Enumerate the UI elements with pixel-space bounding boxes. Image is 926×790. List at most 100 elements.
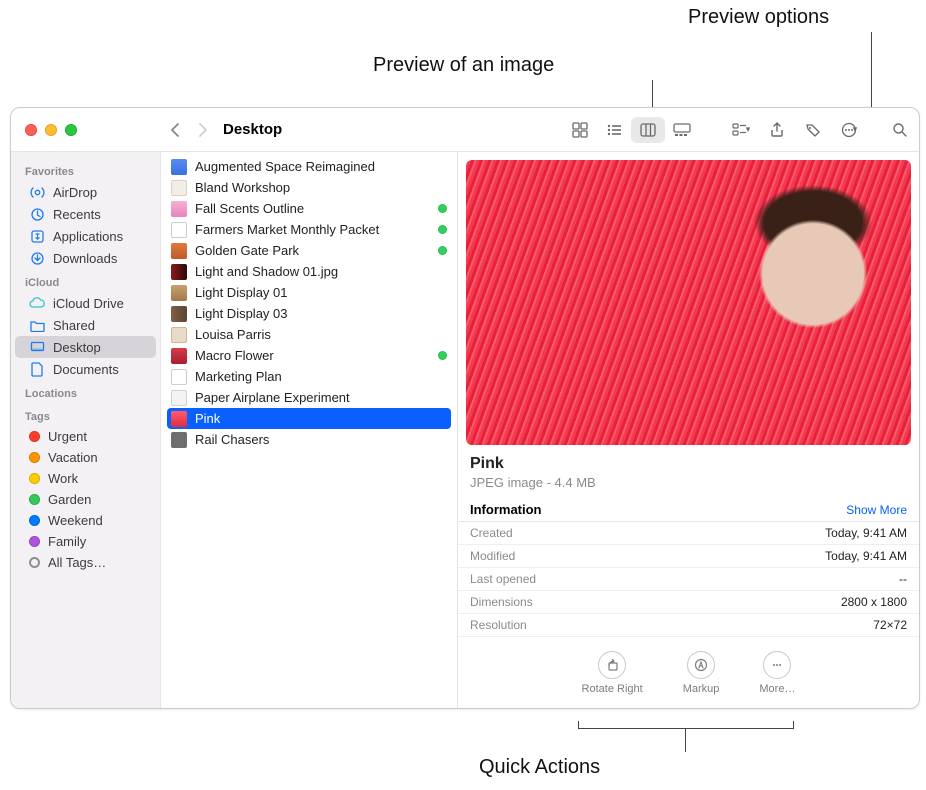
sidebar-tag-all[interactable]: All Tags…	[15, 552, 156, 573]
file-row[interactable]: Golden Gate Park	[161, 240, 457, 261]
view-list-button[interactable]	[597, 117, 631, 143]
quick-action-label: Markup	[683, 683, 720, 695]
info-value: --	[899, 572, 907, 586]
share-button[interactable]	[761, 116, 793, 144]
tag-dot-icon	[29, 452, 40, 463]
file-thumb-icon	[171, 327, 187, 343]
file-name: Macro Flower	[195, 348, 274, 363]
tag-marker-icon	[438, 225, 447, 234]
file-column: Augmented Space Reimagined Bland Worksho…	[161, 152, 458, 708]
sidebar-section-locations: Locations	[11, 380, 160, 403]
sidebar-item-downloads[interactable]: Downloads	[15, 247, 156, 269]
tag-dot-icon	[29, 494, 40, 505]
traffic-lights	[11, 124, 161, 136]
finder-window: Desktop ▾	[10, 107, 920, 709]
preview-title: Pink	[470, 455, 907, 473]
file-row-selected[interactable]: Pink	[167, 408, 451, 429]
sidebar-item-desktop[interactable]: Desktop	[15, 336, 156, 358]
sidebar-tag-urgent[interactable]: Urgent	[15, 426, 156, 447]
file-row[interactable]: Light Display 03	[161, 303, 457, 324]
file-row[interactable]: Farmers Market Monthly Packet	[161, 219, 457, 240]
minimize-button[interactable]	[45, 124, 57, 136]
file-thumb-icon	[171, 432, 187, 448]
sidebar-item-airdrop[interactable]: AirDrop	[15, 181, 156, 203]
file-name: Paper Airplane Experiment	[195, 390, 350, 405]
file-row[interactable]: Rail Chasers	[161, 429, 457, 450]
location-title: Desktop	[223, 121, 282, 138]
preview-info-header: Information Show More	[458, 492, 919, 522]
info-row-last-opened: Last opened--	[458, 568, 919, 591]
quick-actions: Rotate Right Markup More…	[458, 637, 919, 705]
file-row[interactable]: Light and Shadow 01.jpg	[161, 261, 457, 282]
titlebar: Desktop ▾	[11, 108, 919, 152]
sidebar-section-tags: Tags	[11, 403, 160, 426]
callout-line	[685, 728, 686, 752]
file-row[interactable]: Fall Scents Outline	[161, 198, 457, 219]
file-name: Marketing Plan	[195, 369, 282, 384]
sidebar: Favorites AirDrop Recents Applications D…	[11, 152, 161, 708]
sidebar-item-documents[interactable]: Documents	[15, 358, 156, 380]
file-row[interactable]: Paper Airplane Experiment	[161, 387, 457, 408]
sidebar-item-label: Recents	[53, 207, 101, 222]
group-button[interactable]: ▾	[725, 116, 757, 144]
action-button[interactable]: ▾	[833, 116, 865, 144]
file-row[interactable]: Louisa Parris	[161, 324, 457, 345]
sidebar-tag-family[interactable]: Family	[15, 531, 156, 552]
sidebar-item-recents[interactable]: Recents	[15, 203, 156, 225]
file-thumb-icon	[171, 222, 187, 238]
info-key: Modified	[470, 549, 515, 563]
airdrop-icon	[29, 184, 45, 200]
preview-image	[466, 160, 911, 445]
quick-action-label: Rotate Right	[582, 683, 643, 695]
all-tags-icon	[29, 557, 40, 568]
zoom-button[interactable]	[65, 124, 77, 136]
tag-marker-icon	[438, 246, 447, 255]
file-row[interactable]: Augmented Space Reimagined	[161, 156, 457, 177]
sidebar-item-label: AirDrop	[53, 185, 97, 200]
sidebar-item-shared[interactable]: Shared	[15, 314, 156, 336]
file-name: Louisa Parris	[195, 327, 271, 342]
show-more-link[interactable]: Show More	[846, 503, 907, 517]
sidebar-tag-work[interactable]: Work	[15, 468, 156, 489]
sidebar-tag-weekend[interactable]: Weekend	[15, 510, 156, 531]
sidebar-tag-garden[interactable]: Garden	[15, 489, 156, 510]
view-gallery-button[interactable]	[665, 117, 699, 143]
file-name: Golden Gate Park	[195, 243, 299, 258]
file-row[interactable]: Marketing Plan	[161, 366, 457, 387]
sidebar-item-icloud-drive[interactable]: iCloud Drive	[15, 292, 156, 314]
sidebar-section-icloud: iCloud	[11, 269, 160, 292]
quick-action-more[interactable]: More…	[759, 651, 795, 695]
sidebar-item-label: Vacation	[48, 450, 98, 465]
view-icons-button[interactable]	[563, 117, 597, 143]
clock-icon	[29, 206, 45, 222]
info-value: 72×72	[873, 618, 907, 632]
sidebar-item-applications[interactable]: Applications	[15, 225, 156, 247]
quick-action-label: More…	[759, 683, 795, 695]
file-thumb-icon	[171, 264, 187, 280]
file-row[interactable]: Light Display 01	[161, 282, 457, 303]
tags-button[interactable]	[797, 116, 829, 144]
tag-dot-icon	[29, 536, 40, 547]
callout-line	[871, 32, 872, 107]
file-row[interactable]: Macro Flower	[161, 345, 457, 366]
info-value: Today, 9:41 AM	[825, 549, 907, 563]
sidebar-tag-vacation[interactable]: Vacation	[15, 447, 156, 468]
tag-dot-icon	[29, 431, 40, 442]
close-button[interactable]	[25, 124, 37, 136]
quick-action-rotate[interactable]: Rotate Right	[582, 651, 643, 695]
back-button[interactable]	[161, 116, 189, 144]
file-row[interactable]: Bland Workshop	[161, 177, 457, 198]
file-thumb-icon	[171, 243, 187, 259]
sidebar-item-label: Family	[48, 534, 86, 549]
chevron-down-icon: ▾	[746, 124, 751, 135]
preview-pane: Pink JPEG image - 4.4 MB Information Sho…	[458, 152, 919, 708]
sidebar-item-label: All Tags…	[48, 555, 106, 570]
view-columns-button[interactable]	[631, 117, 665, 143]
sidebar-item-label: Documents	[53, 362, 119, 377]
forward-button[interactable]	[189, 116, 217, 144]
shared-folder-icon	[29, 317, 45, 333]
search-button[interactable]	[883, 116, 915, 144]
preview-subtitle: JPEG image - 4.4 MB	[470, 475, 907, 490]
sidebar-item-label: Downloads	[53, 251, 117, 266]
quick-action-markup[interactable]: Markup	[683, 651, 720, 695]
